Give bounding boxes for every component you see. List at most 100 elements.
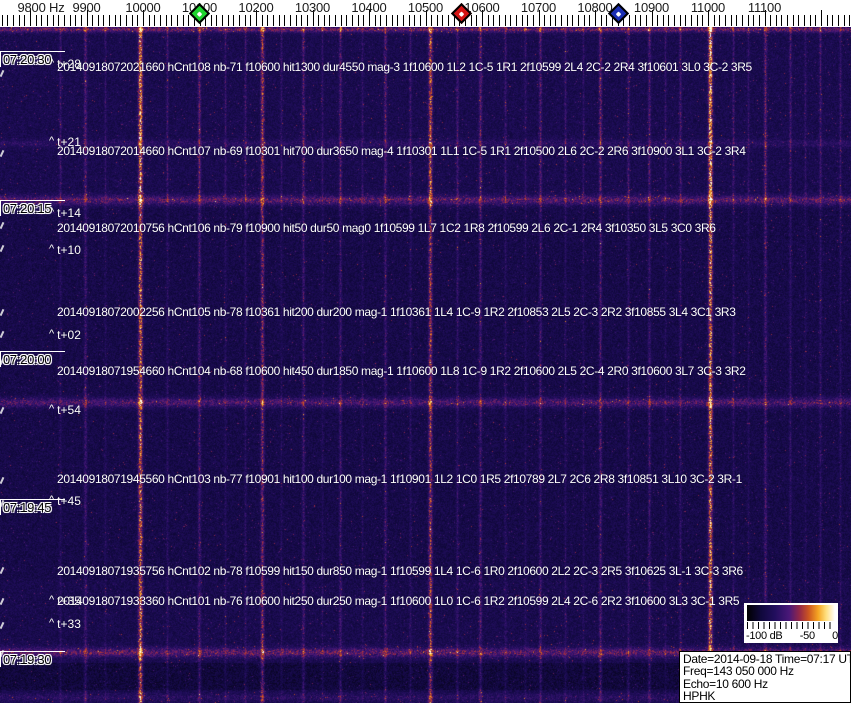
freq-tick: [109, 15, 111, 26]
freq-tick: [702, 15, 704, 26]
freq-tick: [487, 15, 489, 26]
freq-tick: [809, 15, 811, 26]
freq-tick: [589, 15, 591, 26]
freq-tick: [210, 15, 212, 26]
freq-label: 10200: [238, 0, 274, 15]
freq-tick: [640, 15, 642, 26]
freq-tick: [357, 15, 359, 26]
freq-tick: [148, 15, 150, 26]
freq-tick: [244, 15, 246, 26]
legend-min-label: -100 dB: [746, 630, 783, 642]
freq-tick: [391, 15, 393, 26]
freq-tick: [634, 15, 636, 26]
echo-marker-label: t+10: [57, 243, 81, 257]
echo-marker: ^ t+33: [49, 617, 81, 631]
legend-panel: -100 dB -50 0: [744, 603, 838, 643]
freq-tick: [346, 15, 348, 26]
freq-tick: [114, 15, 116, 26]
freq-tick: [679, 15, 681, 26]
freq-tick: [628, 15, 630, 26]
info-box: Date=2014-09-18 Time=07:17 UTC Freq=143 …: [679, 651, 851, 703]
freq-label: 11000: [690, 0, 726, 15]
freq-tick: [52, 15, 54, 26]
freq-tick: [442, 15, 444, 26]
detection-line: 20140918071933360 hCnt101 nb-76 f10600 h…: [57, 594, 740, 608]
freq-tick: [662, 15, 664, 26]
echo-marker-label: t+33: [57, 617, 81, 631]
freq-tick: [832, 15, 834, 26]
freq-tick: [515, 15, 517, 26]
echo-marker: ^ t+02: [49, 328, 81, 342]
freq-label: 9800 Hz: [17, 0, 65, 15]
freq-tick: [233, 15, 235, 26]
freq-tick: [250, 15, 252, 26]
echo-marker-caret: ^: [49, 328, 55, 340]
freq-tick: [92, 15, 94, 26]
freq-tick: [521, 15, 523, 26]
echo-marker: ^ t+10: [49, 243, 81, 257]
freq-tick: [657, 15, 659, 26]
freq-tick: [159, 15, 161, 26]
freq-label: 10400: [351, 0, 387, 15]
freq-tick: [80, 15, 82, 26]
freq-tick: [374, 15, 376, 26]
echo-marker-label: t+54: [57, 403, 81, 417]
freq-tick: [781, 15, 783, 26]
freq-tick: [476, 15, 478, 26]
freq-tick: [329, 15, 331, 26]
frequency-axis: 9800 Hz990010000101001020010300104001050…: [0, 0, 851, 27]
freq-tick: [696, 15, 698, 26]
freq-tick: [35, 15, 37, 26]
freq-tick: [583, 15, 585, 26]
freq-tick: [600, 15, 602, 26]
freq-tick: [792, 15, 794, 26]
freq-label: 10500: [407, 0, 444, 15]
freq-tick: [227, 15, 229, 26]
freq-tick: [137, 15, 139, 26]
green-diamond-marker-center-dot: [196, 10, 203, 17]
spectrogram-viewer-window: 9800 Hz990010000101001020010300104001050…: [0, 0, 851, 703]
freq-tick: [719, 15, 721, 26]
freq-tick: [572, 15, 574, 26]
echo-marker-caret: ^: [49, 617, 55, 629]
freq-tick: [385, 15, 387, 26]
freq-tick: [340, 15, 342, 26]
freq-tick: [272, 15, 274, 26]
freq-tick: [770, 15, 772, 26]
time-label: 07:20:30: [0, 51, 65, 67]
freq-tick: [261, 15, 263, 26]
freq-tick: [758, 15, 760, 26]
freq-tick: [843, 15, 845, 26]
detection-line: 20140918072010756 hCnt106 nb-79 f10900 h…: [57, 221, 716, 235]
legend-ruler-ticks: [747, 622, 835, 629]
freq-tick: [267, 15, 269, 26]
freq-tick: [278, 15, 280, 26]
detection-line: 20140918071945560 hCnt103 nb-77 f10901 h…: [57, 472, 742, 486]
freq-tick: [176, 15, 178, 26]
time-label: 07:20:15: [0, 200, 65, 216]
freq-tick: [103, 15, 105, 26]
freq-tick: [222, 15, 224, 26]
freq-tick: [804, 15, 806, 26]
freq-tick: [691, 15, 693, 26]
freq-tick: [216, 15, 218, 26]
freq-tick: [713, 15, 715, 26]
time-label: 07:20:00: [0, 351, 65, 367]
freq-tick: [730, 15, 732, 26]
legend-max-label: 0: [832, 630, 838, 642]
freq-tick: [58, 15, 60, 26]
freq-tick: [787, 15, 789, 26]
freq-tick: [685, 15, 687, 26]
freq-label: 10000: [125, 0, 161, 15]
freq-label: 10900: [633, 0, 670, 15]
detection-line: 20140918072021660 hCnt108 nb-71 f10600 h…: [57, 60, 752, 74]
freq-tick: [188, 15, 190, 26]
detection-line: 20140918071935756 hCnt102 nb-78 f10599 h…: [57, 564, 743, 578]
freq-tick: [736, 15, 738, 26]
freq-label: 10300: [294, 0, 331, 15]
freq-tick: [837, 15, 839, 26]
freq-tick: [549, 15, 551, 26]
freq-tick: [306, 15, 308, 26]
freq-tick: [436, 15, 438, 26]
freq-tick: [335, 15, 337, 26]
